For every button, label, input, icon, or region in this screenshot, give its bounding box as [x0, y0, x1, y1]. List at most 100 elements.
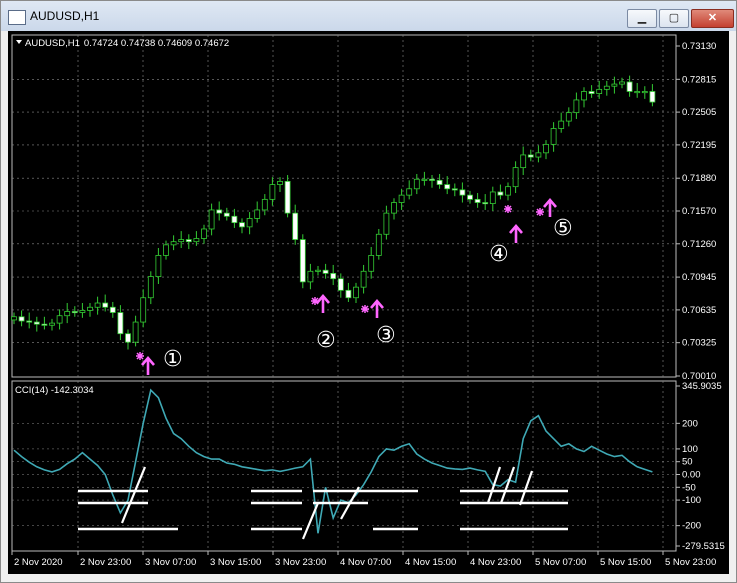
candle-body	[246, 218, 253, 228]
close-icon: ✕	[707, 12, 718, 24]
circled-number-label: ④	[489, 242, 509, 267]
candle-body	[474, 198, 481, 203]
minimize-button[interactable]: ▁	[627, 9, 657, 28]
candle-body	[178, 239, 185, 243]
price-label: 0.70635	[682, 305, 716, 316]
candle-body	[611, 83, 618, 87]
candle-body	[649, 91, 656, 103]
candle-body	[543, 143, 549, 154]
time-label: 5 Nov 15:00	[600, 557, 651, 568]
cci-level-label: 345.9035	[682, 381, 722, 392]
price-label: 0.72505	[682, 107, 716, 118]
time-label: 3 Nov 07:00	[145, 557, 196, 568]
price-panel-header: AUDUSD,H1 0.74724 0.74738 0.74609 0.74672	[25, 38, 229, 49]
circled-number-label: ⑤	[553, 216, 573, 241]
candle-body	[467, 194, 473, 200]
candle-body	[292, 212, 299, 240]
candle-body	[368, 255, 375, 272]
candle-body	[398, 194, 405, 203]
time-label: 2 Nov 23:00	[80, 557, 131, 568]
time-label: 2 Nov 2020	[14, 557, 63, 568]
candle-body	[193, 238, 200, 243]
candle-body	[201, 228, 207, 239]
ohlc-values: 0.74724 0.74738 0.74609 0.74672	[84, 38, 229, 49]
cci-level-label: -279.5315	[682, 541, 725, 552]
cci-level-label: 50	[682, 457, 693, 468]
maximize-button[interactable]: ▢	[659, 9, 689, 28]
candle-body	[140, 297, 147, 323]
candle-body	[535, 152, 542, 158]
candle-body	[581, 91, 587, 101]
candle-body	[527, 154, 534, 158]
cci-level-label: 200	[682, 418, 698, 429]
candle-body	[26, 320, 33, 323]
candle-body	[406, 188, 413, 196]
candle-body	[216, 209, 223, 214]
axes: 0.73130 0.72815 0.72505 0.72195 0.71880 0.715…	[11, 41, 725, 568]
price-label: 0.72195	[682, 140, 716, 151]
candle-body	[208, 209, 215, 230]
candle-body	[41, 323, 48, 326]
candle-body	[71, 311, 78, 314]
candle-body	[307, 270, 314, 283]
candle-body	[261, 198, 268, 211]
candle-body	[125, 333, 131, 343]
candle-body	[383, 212, 390, 235]
candle-body	[413, 178, 420, 190]
candle-body	[277, 180, 283, 185]
drawn-slash-mark	[518, 470, 534, 506]
time-label: 5 Nov 23:00	[665, 557, 716, 568]
candle-body	[155, 255, 162, 277]
candle-body	[254, 209, 261, 219]
candle-body	[360, 270, 367, 288]
candle-body	[109, 306, 116, 313]
price-panel-frame	[11, 34, 677, 378]
price-candles	[11, 75, 656, 350]
candle-body	[641, 91, 648, 94]
symbol-timeframe: AUDUSD,H1	[25, 38, 80, 49]
star-marker-icon	[536, 208, 544, 216]
candle-body	[79, 310, 86, 313]
chart-area[interactable]: ① ② ③ ④ ⑤ 0.73130 0.72815 0.72505 0.72195 0.7188…	[8, 31, 729, 574]
candle-body	[223, 212, 230, 217]
time-label: 3 Nov 15:00	[210, 557, 261, 568]
dropdown-triangle-icon[interactable]	[16, 40, 22, 44]
circled-number-label: ②	[316, 328, 336, 353]
candle-body	[163, 244, 169, 256]
candle-body	[459, 189, 466, 196]
candle-body	[634, 91, 641, 94]
candle-body	[596, 88, 603, 94]
cci-panel-frame	[11, 380, 677, 552]
candle-body	[315, 269, 321, 272]
star-marker-icon	[504, 205, 512, 213]
chart-canvas[interactable]: ① ② ③ ④ ⑤ 0.73130 0.72815 0.72505 0.72195 0.7188…	[8, 31, 729, 574]
drawn-slash-mark	[301, 502, 320, 540]
price-label: 0.71570	[682, 206, 716, 217]
candle-body	[565, 112, 572, 122]
title-bar[interactable]: AUDUSD,H1 ▁ ▢ ✕	[1, 1, 736, 31]
candle-body	[269, 184, 276, 200]
close-button[interactable]: ✕	[691, 9, 734, 28]
candle-body	[11, 316, 17, 321]
time-label: 4 Nov 23:00	[470, 557, 521, 568]
circled-number-label: ③	[376, 323, 396, 348]
drawn-slash-mark	[499, 466, 516, 504]
candle-body	[520, 154, 527, 169]
candle-body	[603, 85, 610, 90]
candle-body	[18, 316, 25, 322]
candle-body	[619, 81, 625, 85]
cci-level-label: -200	[682, 521, 701, 532]
candle-body	[573, 99, 580, 114]
candle-body	[231, 215, 238, 224]
candle-body	[239, 222, 245, 228]
candle-body	[322, 269, 329, 274]
candle-body	[588, 91, 595, 94]
cci-level-label: 100	[682, 444, 698, 455]
candle-body	[49, 322, 55, 326]
candle-body	[512, 167, 519, 188]
maximize-icon: ▢	[668, 12, 680, 24]
cci-level-label: 0.00	[682, 469, 701, 480]
candle-body	[185, 239, 192, 243]
star-marker-icon	[136, 352, 144, 360]
candle-body	[147, 276, 154, 299]
